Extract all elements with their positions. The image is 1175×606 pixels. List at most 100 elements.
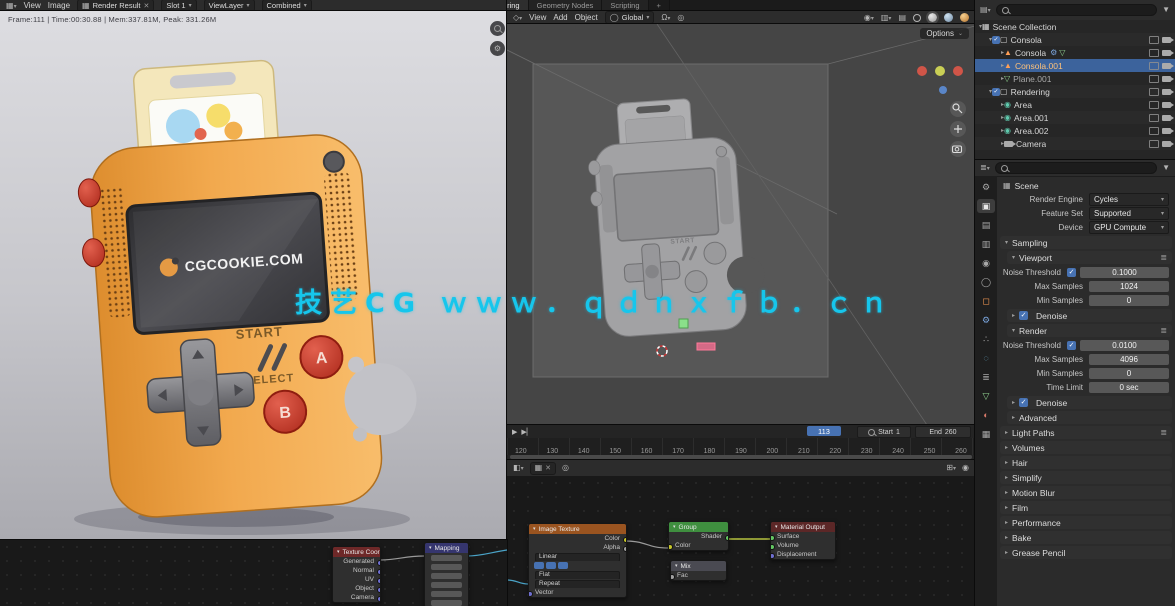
outliner-row-object-selected[interactable]: ▸ ▲ Consola.001 xyxy=(975,59,1175,72)
node-header[interactable]: ▾Image Texture xyxy=(529,524,626,534)
node-overlays-icon[interactable]: ◉ xyxy=(962,464,969,472)
hair-panel-header[interactable]: ▸Hair xyxy=(1000,456,1172,469)
value-slider[interactable] xyxy=(431,573,462,579)
time-limit-field[interactable]: 0 sec xyxy=(1089,382,1169,393)
socket-shader[interactable] xyxy=(725,535,729,541)
menu-object[interactable]: Object xyxy=(575,13,598,22)
add-workspace-button[interactable]: + xyxy=(649,0,670,11)
sampling-panel-header[interactable]: ▾Sampling xyxy=(1000,236,1172,249)
render-visibility-icon[interactable] xyxy=(1162,141,1171,147)
object-data-properties-tab[interactable]: ▽ xyxy=(977,389,995,403)
outliner-row-collection[interactable]: ▾ ✓ ▢ Rendering xyxy=(975,85,1175,98)
area-light-selected[interactable] xyxy=(697,343,715,350)
frame-end-field[interactable]: End260 xyxy=(915,426,971,438)
node-header[interactable]: ▾Mix xyxy=(671,561,726,571)
filter-icon[interactable]: ▼ xyxy=(1162,164,1170,172)
object-properties-tab[interactable]: ◻ xyxy=(977,294,995,308)
node-material-output[interactable]: ▾Material Output Surface Volume Displace… xyxy=(770,521,836,560)
viewport-move-button[interactable] xyxy=(950,121,966,137)
material-properties-tab[interactable]: ◐ xyxy=(977,408,995,422)
performance-panel-header[interactable]: ▸Performance xyxy=(1000,516,1172,529)
viewport-visibility-icon[interactable] xyxy=(1149,140,1159,148)
render-max-samples-field[interactable]: 4096 xyxy=(1089,354,1169,365)
bake-panel-header[interactable]: ▸Bake xyxy=(1000,531,1172,544)
value-slider[interactable] xyxy=(431,600,462,606)
tab-rendering[interactable]: Rendering xyxy=(507,0,529,11)
node-mapping[interactable]: ▾Mapping xyxy=(424,542,469,606)
viewport-visibility-icon[interactable] xyxy=(1149,127,1159,135)
advanced-panel-header[interactable]: ▸Advanced xyxy=(1007,411,1172,424)
interpolation-dropdown[interactable]: Linear xyxy=(535,553,620,561)
sampling-render-panel-header[interactable]: ▾Render≣ xyxy=(1007,324,1172,337)
grease-pencil-panel-header[interactable]: ▸Grease Pencil xyxy=(1000,546,1172,559)
menu-view[interactable]: View xyxy=(24,1,41,10)
outliner-editor-type-icon[interactable]: ▤▾ xyxy=(980,6,991,14)
outliner-search-input[interactable] xyxy=(996,4,1158,16)
viewport-canvas[interactable]: START xyxy=(507,24,975,425)
value-slider[interactable] xyxy=(431,591,462,597)
socket-normal[interactable] xyxy=(377,569,381,575)
pin-icon[interactable]: ◎ xyxy=(562,464,569,472)
collection-checkbox[interactable]: ✓ xyxy=(992,88,1000,96)
socket-surface[interactable] xyxy=(771,535,775,541)
view-layer-properties-tab[interactable]: ▥ xyxy=(977,237,995,251)
node-group[interactable]: ▾Group Shader Color xyxy=(668,521,729,551)
timeline-ruler[interactable]: 120 130 140 150 160 170 180 190 200 210 … xyxy=(507,438,975,455)
material-datablock[interactable]: ▦ ✕ xyxy=(530,462,556,475)
outliner-row-object[interactable]: ▸ ▲ Consola ⚙ ▽ xyxy=(975,46,1175,59)
viewport-visibility-icon[interactable] xyxy=(1149,75,1159,83)
render-noise-threshold-field[interactable]: 0.0100 xyxy=(1080,340,1169,351)
value-slider[interactable] xyxy=(431,555,462,561)
motion-blur-panel-header[interactable]: ▸Motion Blur xyxy=(1000,486,1172,499)
device-dropdown[interactable]: GPU Compute▾ xyxy=(1089,221,1169,234)
socket-generated[interactable] xyxy=(377,560,381,566)
overlays-toggle-icon[interactable]: ▥▾ xyxy=(881,14,892,22)
feature-set-dropdown[interactable]: Supported▾ xyxy=(1089,207,1169,220)
unlink-material-icon[interactable]: ✕ xyxy=(545,464,551,472)
filter-icon[interactable]: ▼ xyxy=(1162,6,1170,14)
jump-end-icon[interactable]: ▶▏ xyxy=(521,428,532,436)
tab-scripting[interactable]: Scripting xyxy=(602,0,648,11)
node-texture-coordinate[interactable]: ▾Texture Coordinate Generated Normal UV … xyxy=(332,546,381,603)
socket-displacement[interactable] xyxy=(771,553,775,559)
output-properties-tab[interactable]: ▤ xyxy=(977,218,995,232)
properties-editor-type-icon[interactable]: ≣▾ xyxy=(980,164,990,172)
gizmo-toggle-icon[interactable]: ◉▾ xyxy=(864,14,874,22)
projection-dropdown[interactable]: Flat xyxy=(535,571,620,579)
socket-fac[interactable] xyxy=(671,574,675,580)
socket-camera[interactable] xyxy=(377,596,381,602)
nav-gizmo-z-axis[interactable] xyxy=(953,66,963,76)
image-zoom-button[interactable] xyxy=(490,21,505,36)
socket-alpha[interactable] xyxy=(623,546,627,552)
socket-vector[interactable] xyxy=(529,591,533,597)
physics-properties-tab[interactable]: ◌ xyxy=(977,351,995,365)
outliner-row-light[interactable]: ▸ ◉ Area.001 xyxy=(975,111,1175,124)
render-visibility-icon[interactable] xyxy=(1162,76,1171,82)
image-options-button[interactable]: ⚙ xyxy=(490,41,505,56)
outliner-row-collection[interactable]: ▾ ✓ ▢ Consola xyxy=(975,33,1175,46)
viewport-zoom-button[interactable] xyxy=(950,101,966,117)
render-min-samples-field[interactable]: 0 xyxy=(1089,368,1169,379)
render-visibility-icon[interactable] xyxy=(1162,37,1171,43)
timeline-scrollbar[interactable] xyxy=(510,455,972,459)
viewport-noise-threshold-field[interactable]: 0.1000 xyxy=(1080,267,1169,278)
preset-menu-icon[interactable]: ≣ xyxy=(1160,428,1167,437)
frame-start-field[interactable]: Start1 xyxy=(857,426,911,438)
render-result-image[interactable]: CGCOOKIE.COM START SELECT A B xyxy=(0,11,507,540)
node-mix[interactable]: ▾Mix Fac xyxy=(670,560,727,581)
shader-editor-left[interactable]: ▾Texture Coordinate Generated Normal UV … xyxy=(0,540,507,606)
outliner-row-light[interactable]: ▸ ◉ Area.002 xyxy=(975,124,1175,137)
image-editor-type-icon[interactable]: ▦▾ xyxy=(6,2,17,10)
socket-color[interactable] xyxy=(669,544,673,550)
render-visibility-icon[interactable] xyxy=(1162,63,1171,69)
viewport-denoise-panel-header[interactable]: ▸✓Denoise xyxy=(1007,309,1172,322)
nav-gizmo-x-axis[interactable] xyxy=(917,66,927,76)
texture-properties-tab[interactable]: ▦ xyxy=(977,427,995,441)
value-slider[interactable] xyxy=(431,582,462,588)
nav-gizmo-y-axis[interactable] xyxy=(935,66,945,76)
snap-magnet-icon[interactable]: Ω▾ xyxy=(661,14,670,22)
nav-gizmo-minus-axis[interactable] xyxy=(939,86,947,94)
render-visibility-icon[interactable] xyxy=(1162,102,1171,108)
node-image-texture[interactable]: ▾Image Texture Color Alpha Linear Flat R… xyxy=(528,523,627,598)
render-properties-tab[interactable]: ▣ xyxy=(977,199,995,213)
